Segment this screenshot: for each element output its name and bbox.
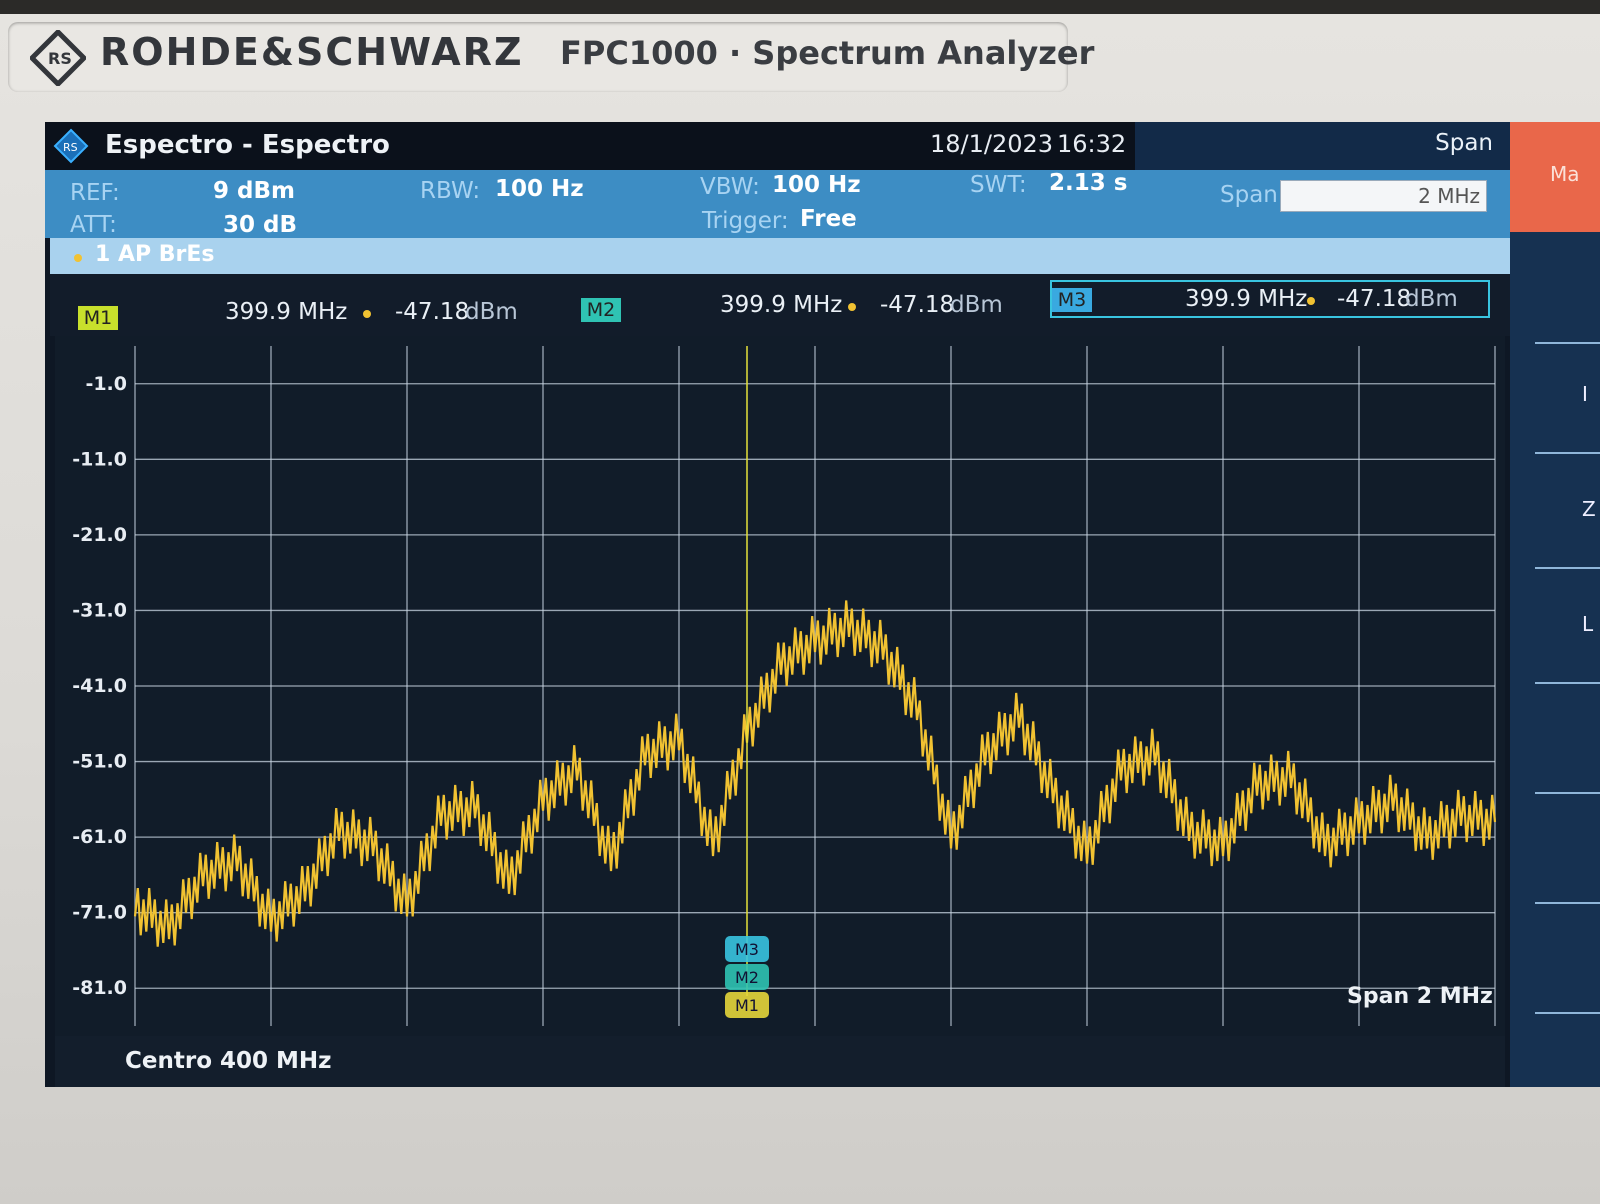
swt-label: SWT:	[970, 172, 1027, 198]
vbw-label: VBW:	[700, 174, 760, 200]
side-menu-tab[interactable]: Ma	[1510, 122, 1600, 232]
trace-info-bar[interactable]: 1 AP BrEs	[50, 238, 1510, 274]
marker-m3-level: -47.18	[1337, 286, 1412, 312]
svg-text:RS: RS	[48, 49, 72, 68]
softkey-title-label: Span	[1435, 130, 1493, 156]
softkey-3-label[interactable]: L	[1582, 612, 1593, 636]
marker-m1-tag[interactable]: M1	[78, 306, 118, 330]
marker-m3-tag[interactable]: M3	[1052, 288, 1092, 312]
span-input[interactable]: 2 MHz	[1280, 180, 1487, 212]
y-tick-label: -21.0	[72, 524, 127, 546]
brand-name: ROHDE&SCHWARZ	[100, 30, 524, 74]
softkey-divider	[1535, 567, 1600, 569]
ref-value[interactable]: 9 dBm	[213, 178, 295, 204]
ref-label: REF:	[70, 180, 120, 206]
window-title: Espectro - Espectro	[105, 130, 390, 160]
trace-color-dot	[74, 254, 82, 262]
softkey-divider	[1535, 792, 1600, 794]
rs-logo-icon: RS	[30, 30, 86, 86]
softkey-divider	[1535, 1012, 1600, 1014]
softkey-divider	[1535, 342, 1600, 344]
y-tick-label: -71.0	[72, 902, 127, 924]
softkey-menu-title: Span	[1135, 122, 1515, 170]
title-bar: RS Espectro - Espectro 18/1/2023 16:32	[45, 122, 1135, 170]
trigger-label: Trigger:	[702, 208, 789, 234]
spectrum-plot[interactable]: -1.0 -11.0 -21.0 -31.0 -41.0 -51.0 -61.0 -71.0 -…	[55, 336, 1505, 1036]
rbw-value[interactable]: 100 Hz	[495, 176, 584, 202]
marker-m1-level: -47.18	[395, 299, 470, 325]
side-menu-tab-label: Ma	[1550, 162, 1580, 186]
marker-m2-tag[interactable]: M2	[581, 298, 621, 322]
marker-m3-unit: dBm	[1405, 286, 1458, 312]
marker-m1-unit: dBm	[465, 299, 518, 325]
softkey-panel[interactable]: I Z L	[1510, 232, 1600, 1087]
y-tick-label: -81.0	[72, 977, 127, 999]
top-edge	[0, 0, 1600, 14]
att-value[interactable]: 30 dB	[223, 212, 297, 238]
marker-m2-dot	[848, 303, 856, 311]
rs-app-icon: RS	[53, 128, 89, 164]
trigger-value[interactable]: Free	[800, 206, 857, 232]
softkey-1-label[interactable]: I	[1582, 382, 1588, 406]
plot-footer: Centro 400 MHz Span 2 MHz	[55, 984, 1505, 1087]
y-tick-label: -61.0	[72, 826, 127, 848]
att-label: ATT:	[70, 212, 117, 238]
span-label[interactable]: Span 2 MHz	[1347, 984, 1493, 1009]
span-input-value: 2 MHz	[1418, 184, 1480, 208]
date-readout: 18/1/2023	[930, 130, 1054, 158]
analyzer-screen: RS Espectro - Espectro 18/1/2023 16:32 S…	[45, 122, 1600, 1087]
time-readout: 16:32	[1057, 130, 1127, 158]
vbw-value[interactable]: 100 Hz	[772, 172, 861, 198]
span-entry-label: Span	[1220, 182, 1278, 208]
softkey-2-label[interactable]: Z	[1582, 497, 1596, 521]
center-frequency-label[interactable]: Centro 400 MHz	[125, 1048, 332, 1074]
y-tick-label: -51.0	[72, 751, 127, 773]
y-tick-label: -31.0	[72, 599, 127, 621]
brand-model: FPC1000 · Spectrum Analyzer	[560, 34, 1095, 72]
marker-m2-unit: dBm	[950, 292, 1003, 318]
softkey-divider	[1535, 902, 1600, 904]
softkey-divider	[1535, 452, 1600, 454]
swt-value[interactable]: 2.13 s	[1049, 170, 1127, 196]
y-tick-label: -1.0	[85, 373, 127, 395]
softkey-divider	[1535, 682, 1600, 684]
settings-panel[interactable]: REF: 9 dBm ATT: 30 dB RBW: 100 Hz VBW: 1…	[45, 170, 1135, 238]
marker-m3-dot	[1307, 297, 1315, 305]
marker-m3-freq: 399.9 MHz	[1185, 286, 1308, 312]
marker-m2-level: -47.18	[880, 292, 955, 318]
svg-text:RS: RS	[63, 141, 78, 154]
marker-flag-label: M1	[735, 996, 759, 1015]
marker-m2-freq: 399.9 MHz	[720, 292, 843, 318]
trace-label: 1 AP BrEs	[95, 242, 215, 267]
rbw-label: RBW:	[420, 178, 481, 204]
marker-m1-freq: 399.9 MHz	[225, 299, 348, 325]
y-tick-label: -11.0	[72, 448, 127, 470]
marker-flag-label: M2	[735, 968, 759, 987]
marker-flag-label: M3	[735, 940, 759, 959]
y-tick-label: -41.0	[72, 675, 127, 697]
marker-m1-dot	[363, 310, 371, 318]
spectrum-chart[interactable]: -1.0 -11.0 -21.0 -31.0 -41.0 -51.0 -61.0 -71.0 -…	[55, 336, 1505, 1036]
